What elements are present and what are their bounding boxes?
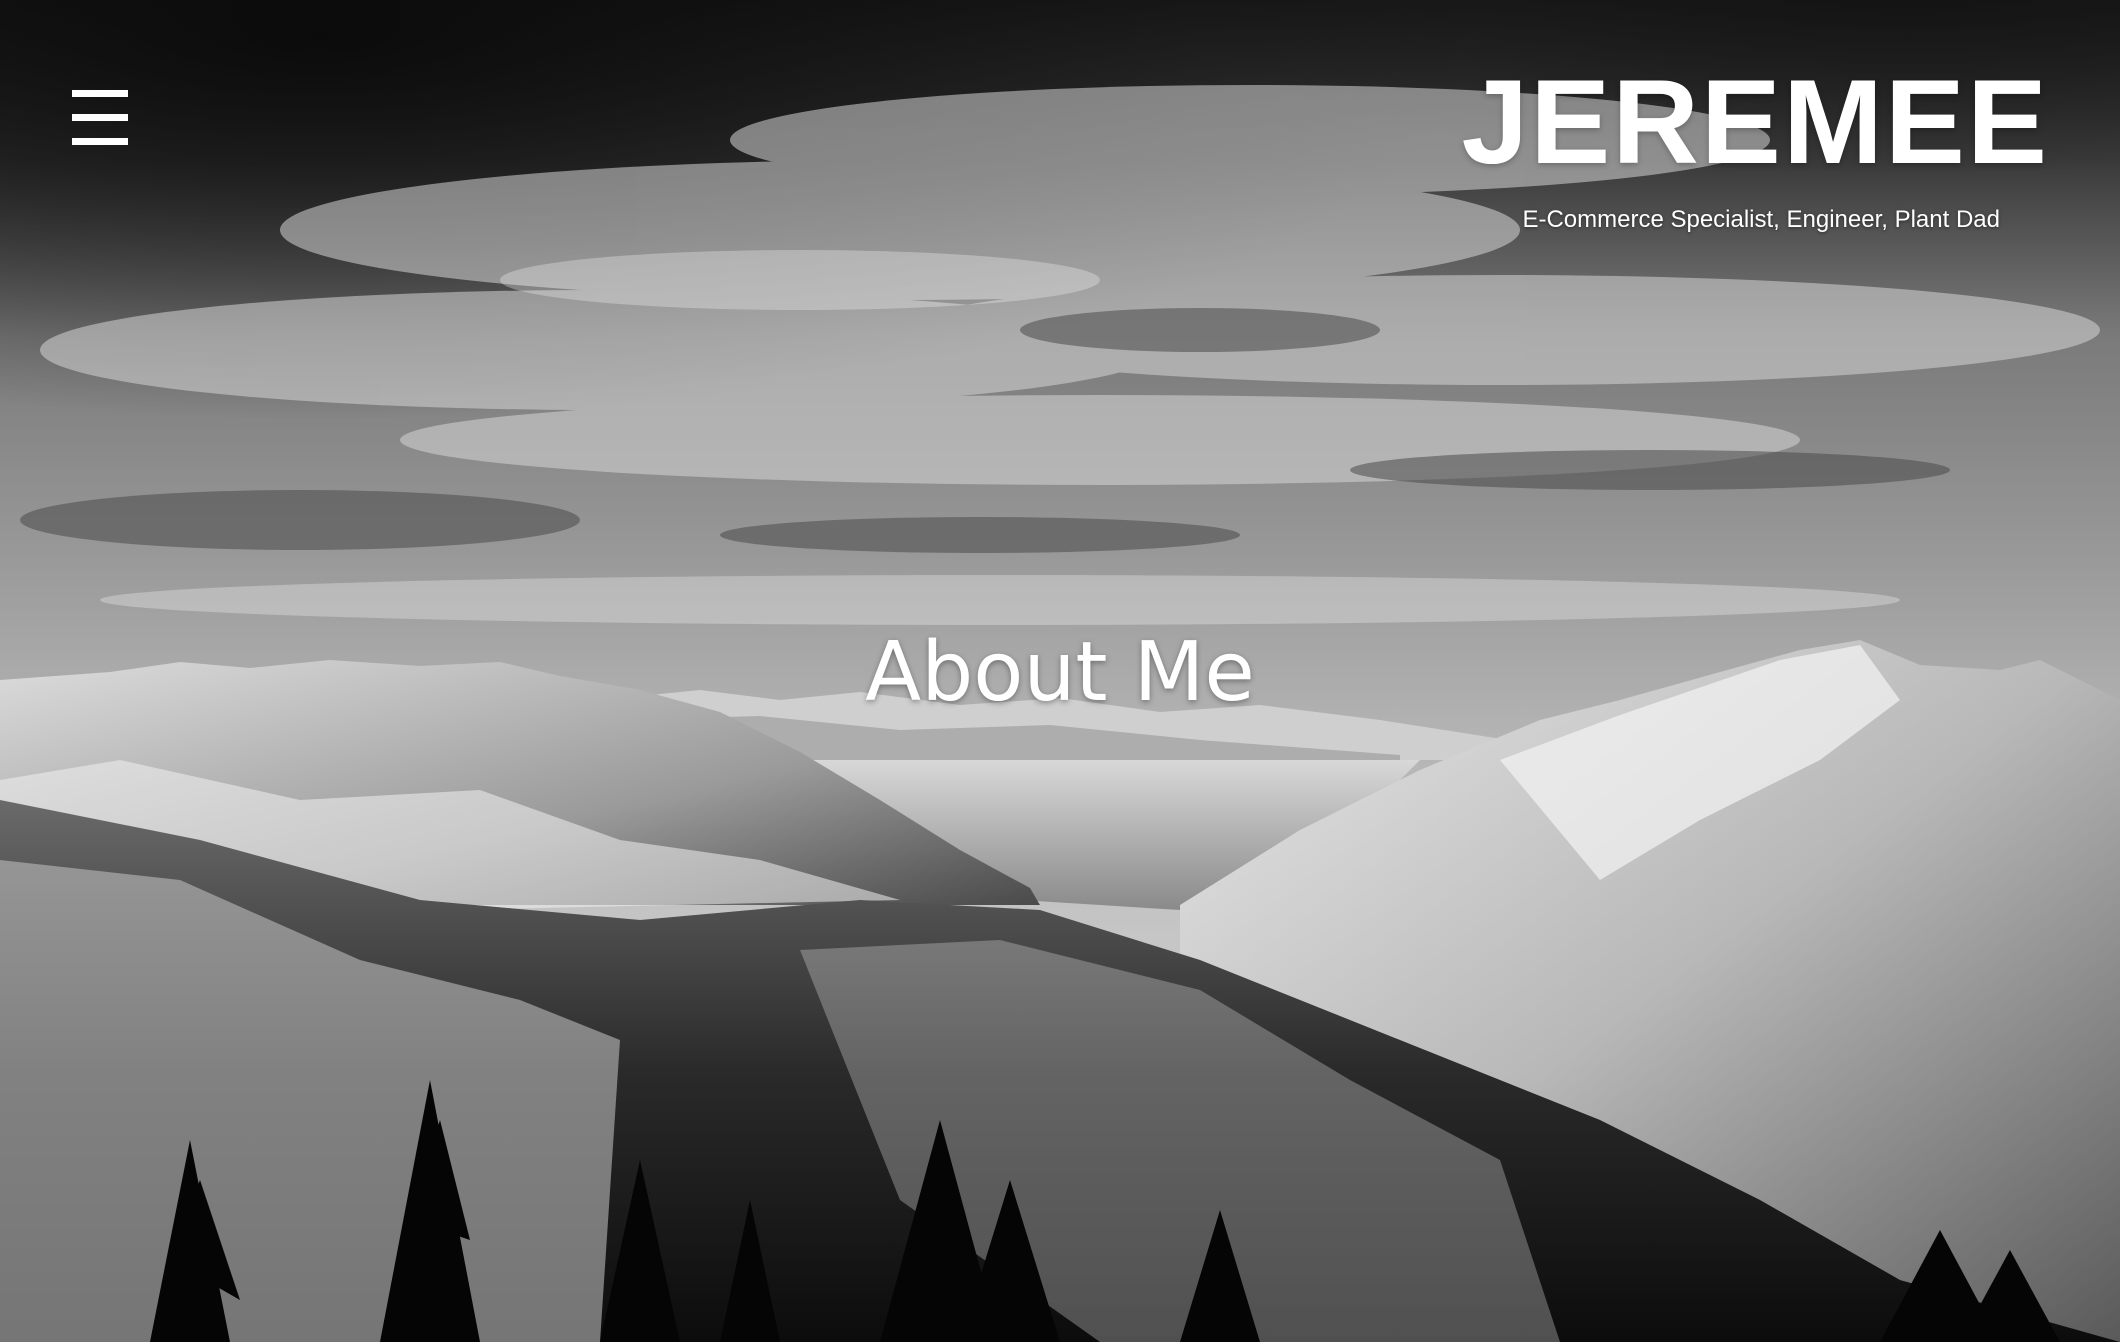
menu-button[interactable]	[72, 84, 128, 150]
hamburger-menu-icon	[72, 90, 128, 97]
brand-title[interactable]: JEREMEE	[1461, 56, 2049, 188]
hero-section: JEREMEE E-Commerce Specialist, Engineer,…	[0, 0, 2120, 1342]
page-title: About Me	[865, 625, 1255, 720]
brand-subtitle: E-Commerce Specialist, Engineer, Plant D…	[1522, 206, 2000, 233]
hamburger-menu-icon-bar	[72, 138, 128, 145]
hamburger-menu-icon-bar	[72, 114, 128, 121]
